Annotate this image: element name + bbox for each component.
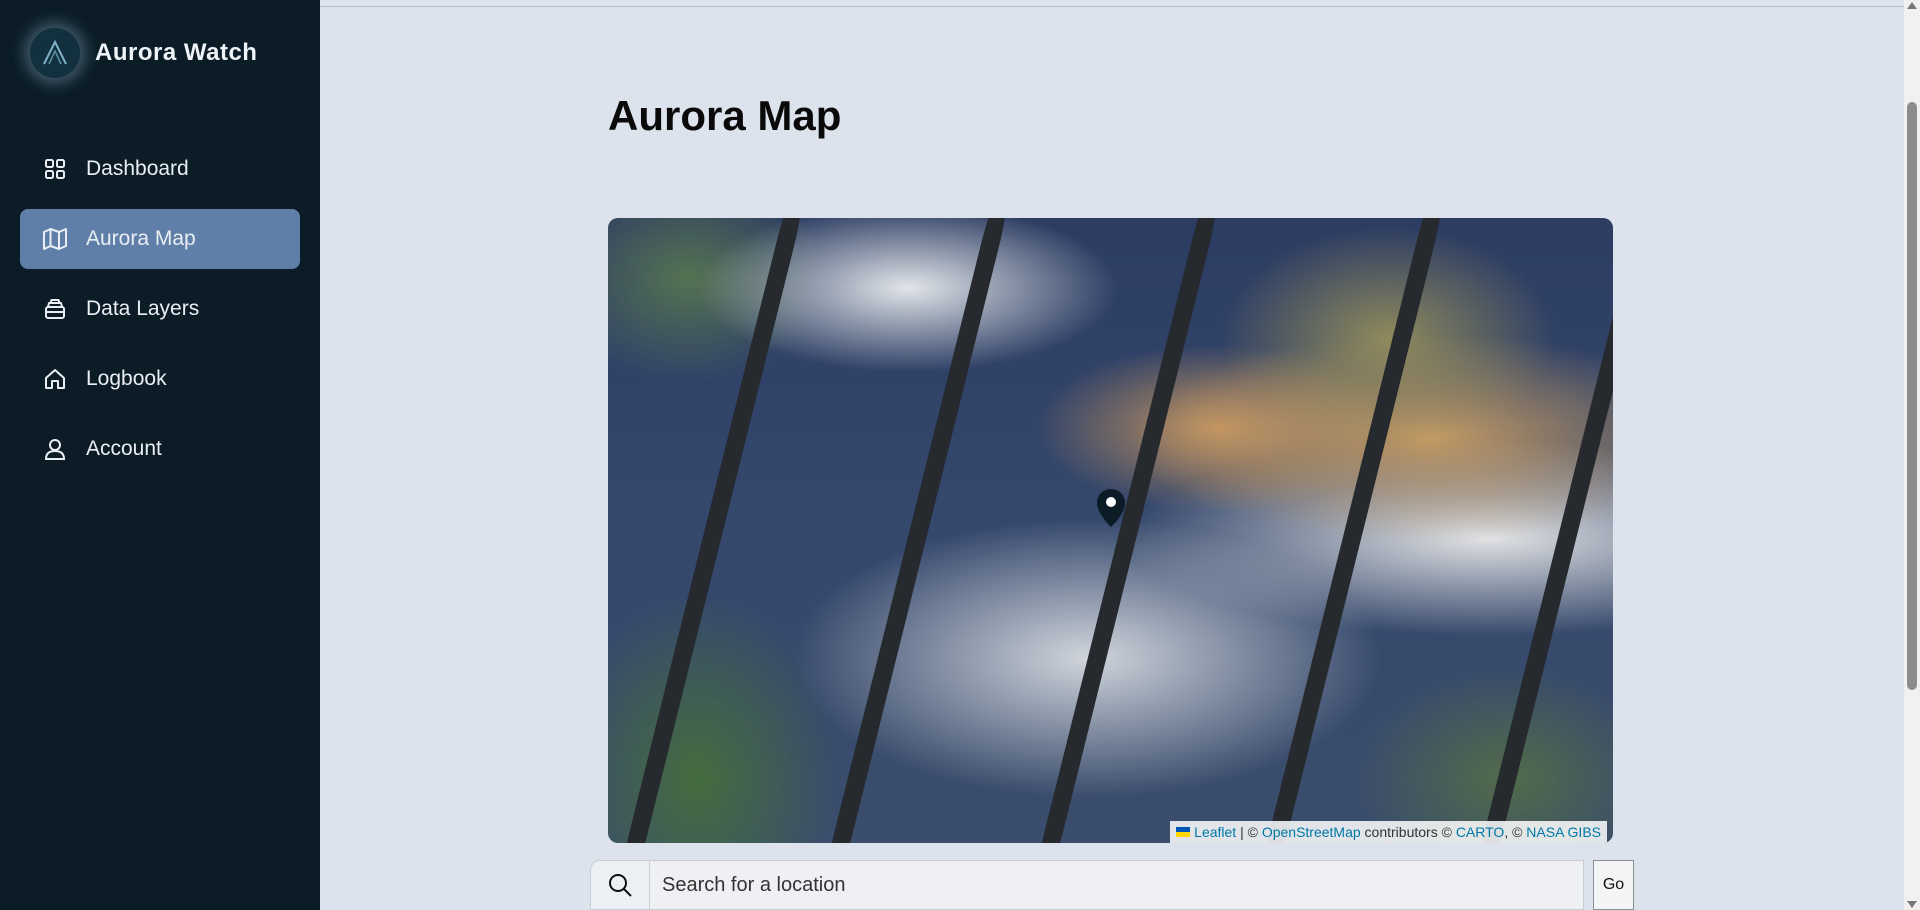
attribution-text: , © bbox=[1504, 824, 1527, 840]
ukraine-flag-icon bbox=[1176, 827, 1191, 837]
brand[interactable]: Aurora Watch bbox=[30, 28, 257, 78]
search-icon bbox=[590, 860, 650, 910]
attribution-text: contributors © bbox=[1360, 824, 1456, 840]
sidebar-item-data-layers[interactable]: Data Layers bbox=[20, 279, 300, 339]
header-divider bbox=[320, 6, 1904, 7]
satellite-gap-band bbox=[1031, 218, 1223, 843]
scrollbar[interactable] bbox=[1904, 0, 1920, 910]
openstreetmap-link[interactable]: OpenStreetMap bbox=[1262, 824, 1361, 840]
carto-link[interactable]: CARTO bbox=[1456, 824, 1505, 840]
sidebar-item-account[interactable]: Account bbox=[20, 419, 300, 479]
nasa-gibs-link[interactable]: NASA GIBS bbox=[1526, 824, 1601, 840]
sidebar-item-dashboard[interactable]: Dashboard bbox=[20, 139, 300, 199]
location-search: Go bbox=[590, 860, 1634, 910]
page-title: Aurora Map bbox=[608, 92, 842, 139]
sidebar-item-aurora-map[interactable]: Aurora Map bbox=[20, 209, 300, 269]
leaflet-link[interactable]: Leaflet bbox=[1194, 824, 1236, 840]
user-icon bbox=[42, 436, 68, 462]
go-button[interactable]: Go bbox=[1593, 860, 1634, 910]
home-icon bbox=[42, 366, 68, 392]
brand-name: Aurora Watch bbox=[95, 39, 258, 66]
sidebar-item-label: Logbook bbox=[86, 367, 167, 390]
attribution-text: | © bbox=[1236, 824, 1262, 840]
aurora-logo-icon bbox=[30, 28, 80, 78]
scroll-down-arrow-icon[interactable] bbox=[1907, 901, 1917, 908]
map-icon bbox=[42, 226, 68, 252]
satellite-gap-band bbox=[616, 218, 808, 843]
layers-icon bbox=[42, 296, 68, 322]
search-input[interactable] bbox=[649, 860, 1584, 910]
sidebar-item-label: Aurora Map bbox=[86, 227, 196, 250]
scrollbar-thumb[interactable] bbox=[1907, 102, 1917, 690]
sidebar-item-label: Account bbox=[86, 437, 162, 460]
map-pin-icon[interactable] bbox=[1096, 488, 1126, 533]
map-attribution: Leaflet | © OpenStreetMap contributors ©… bbox=[1170, 821, 1607, 843]
satellite-gap-band bbox=[1256, 218, 1448, 843]
sidebar: Aurora Watch Dashboard Aurora Map Data L… bbox=[0, 0, 320, 910]
sidebar-nav: Dashboard Aurora Map Data Layers Logbook… bbox=[20, 139, 300, 489]
sidebar-item-label: Dashboard bbox=[86, 157, 189, 180]
satellite-gap-band bbox=[1471, 218, 1613, 843]
sidebar-item-logbook[interactable]: Logbook bbox=[20, 349, 300, 409]
sidebar-item-label: Data Layers bbox=[86, 297, 200, 320]
aurora-map[interactable]: Leaflet | © OpenStreetMap contributors ©… bbox=[608, 218, 1613, 843]
grid-icon bbox=[42, 156, 68, 182]
scroll-up-arrow-icon[interactable] bbox=[1907, 2, 1917, 9]
satellite-gap-band bbox=[821, 218, 1013, 843]
